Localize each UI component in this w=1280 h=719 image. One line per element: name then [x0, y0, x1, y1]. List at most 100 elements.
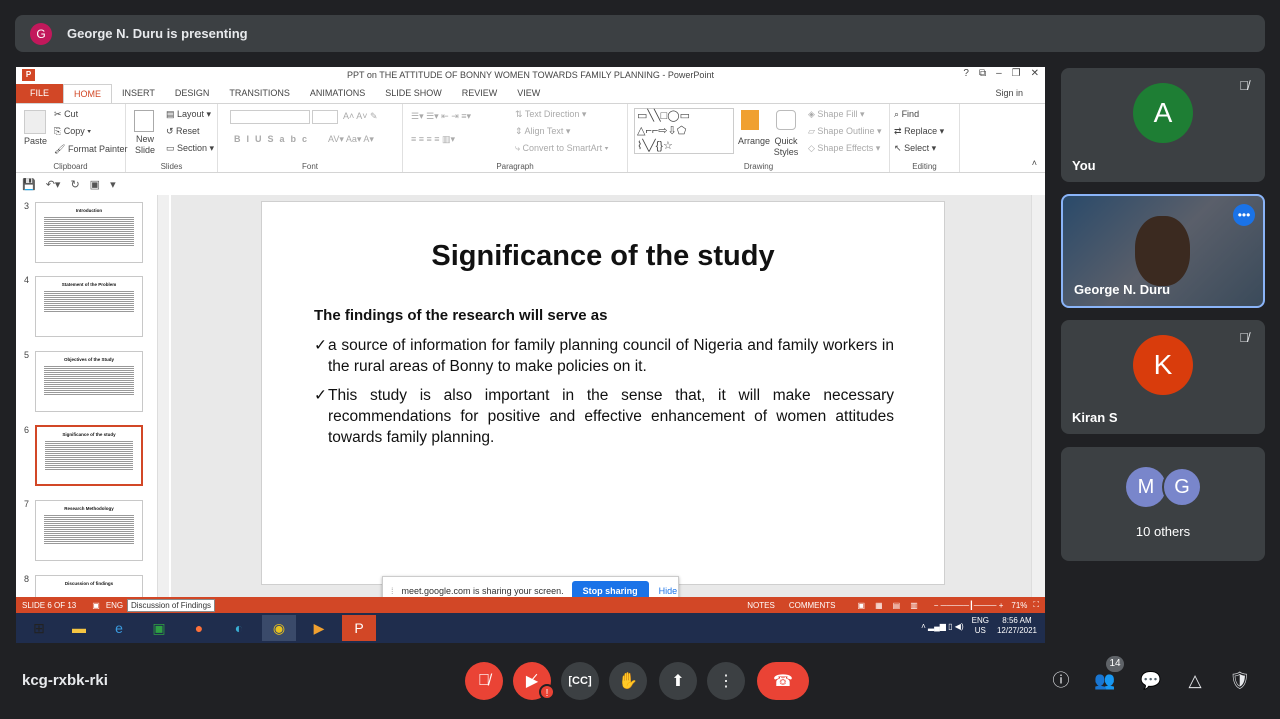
view-buttons[interactable]: ▣▦▤▥ — [858, 601, 928, 610]
redo-icon[interactable]: ↻ — [70, 178, 79, 191]
text-direction-button[interactable]: ⇅ Text Direction ▾ — [515, 109, 586, 120]
thumbnail-slide-3[interactable]: Introduction — [35, 202, 143, 263]
current-slide[interactable]: Significance of the study The findings o… — [261, 201, 945, 585]
smartart-button[interactable]: ⤷ Convert to SmartArt ▾ — [515, 143, 608, 154]
font-color-icon[interactable]: AV▾ Aa▾ A▾ — [328, 134, 374, 145]
chrome-icon[interactable]: ◉ — [262, 615, 296, 641]
chat-icon[interactable]: 💬 — [1140, 670, 1162, 692]
present-button[interactable]: ⬆ — [659, 662, 697, 700]
presentation-icon[interactable]: ▣ — [90, 178, 100, 191]
tab-file[interactable]: FILE — [16, 84, 64, 103]
slide-scrollbar[interactable] — [1031, 195, 1045, 597]
ribbon-display-icon[interactable]: ⧉ — [979, 68, 986, 79]
thumbnail-slide-5[interactable]: Objectives of the Study — [35, 351, 143, 412]
zoom-slider[interactable]: − ─────┃──── + — [934, 601, 1004, 610]
tab-home[interactable]: HOME — [63, 84, 113, 103]
restore-icon[interactable]: ❐ — [1012, 68, 1021, 79]
tray-time[interactable]: 8:56 AM — [1002, 616, 1031, 625]
participant-tile-you[interactable]: 🎙̸ A You — [1061, 68, 1265, 182]
media-player-icon[interactable]: ▶ — [302, 615, 336, 641]
info-icon[interactable]: ⓘ — [1050, 670, 1072, 692]
thumbnails-scrollbar[interactable] — [157, 195, 169, 597]
windows-start-icon[interactable]: ⊞ — [22, 615, 56, 641]
host-controls-icon[interactable]: 🛡 — [1229, 670, 1251, 692]
tray-region[interactable]: US — [975, 626, 986, 635]
more-options-icon[interactable]: ••• — [1233, 204, 1255, 226]
replace-button[interactable]: ⇄ Replace ▾ — [894, 126, 944, 137]
layout-button[interactable]: ▤ Layout ▾ — [166, 109, 211, 120]
font-style-buttons[interactable]: BIUSabc — [234, 134, 313, 144]
file-explorer-icon[interactable]: ▬ — [62, 615, 96, 641]
sign-in-link[interactable]: Sign in — [995, 88, 1023, 98]
tray-date[interactable]: 12/27/2021 — [997, 626, 1037, 635]
tab-transitions[interactable]: TRANSITIONS — [219, 84, 300, 103]
customize-icon[interactable]: ▾ — [110, 178, 116, 191]
thumbnail-slide-7[interactable]: Research Methodology — [35, 500, 143, 561]
select-button[interactable]: ↖ Select ▾ — [894, 143, 936, 154]
thumbnail-slide-4[interactable]: Statement of the Problem — [35, 276, 143, 337]
activities-icon[interactable]: △ — [1184, 670, 1206, 692]
tray-language[interactable]: ENG — [972, 616, 989, 625]
shapes-gallery[interactable]: ▭╲╲□◯▭ △⌐⌐⇨⇩⬠ ⌇╲╱{}☆ — [634, 108, 734, 154]
undo-icon[interactable]: ↶▾ — [46, 178, 61, 191]
shape-outline-button[interactable]: ▱ Shape Outline ▾ — [808, 126, 882, 137]
more-options-button[interactable]: ⋮ — [707, 662, 745, 700]
grow-font-icon[interactable]: A˄ A˅ ✎ — [343, 111, 378, 122]
tab-view[interactable]: VIEW — [507, 84, 550, 103]
help-icon[interactable]: ? — [963, 68, 969, 79]
minimize-icon[interactable]: – — [996, 68, 1002, 79]
quick-styles-button[interactable]: Quick Styles — [771, 136, 801, 158]
raise-hand-button[interactable]: ✋ — [609, 662, 647, 700]
microphone-toggle[interactable]: 🎙̸ — [465, 662, 503, 700]
shape-effects-button[interactable]: ◇ Shape Effects ▾ — [808, 143, 880, 154]
reset-button[interactable]: ↺ Reset — [166, 126, 200, 137]
align-text-button[interactable]: ⇕ Align Text ▾ — [515, 126, 570, 137]
powerpoint-taskbar-icon[interactable]: P — [342, 615, 376, 641]
collapse-ribbon-icon[interactable]: ˄ — [1032, 158, 1037, 168]
quick-styles-icon[interactable] — [776, 110, 796, 130]
tab-insert[interactable]: INSERT — [112, 84, 165, 103]
store-icon[interactable]: ▣ — [142, 615, 176, 641]
hide-button[interactable]: Hide — [659, 586, 678, 596]
zoom-level[interactable]: 71% — [1011, 601, 1027, 610]
new-slide-button[interactable]: New Slide — [130, 134, 160, 156]
tab-review[interactable]: REVIEW — [452, 84, 508, 103]
participant-tile-kiran[interactable]: 🎙̸ K Kiran S — [1061, 320, 1265, 434]
notes-button[interactable]: NOTES — [747, 601, 775, 610]
firefox-icon[interactable]: ● — [182, 615, 216, 641]
shape-fill-button[interactable]: ◈ Shape Fill ▾ — [808, 109, 864, 120]
new-slide-icon[interactable] — [134, 110, 154, 132]
language-status[interactable]: ENG — [106, 601, 123, 610]
copy-button[interactable]: ⎘ Copy ▾ — [54, 126, 91, 137]
find-button[interactable]: ⌕ Find — [894, 109, 919, 120]
leave-call-button[interactable]: ☎ — [757, 662, 809, 700]
paste-icon[interactable] — [24, 110, 46, 134]
save-icon[interactable]: 💾 — [22, 178, 36, 191]
arrange-button[interactable]: Arrange — [738, 136, 770, 146]
thumbnail-slide-8[interactable]: Discussion of findings — [35, 575, 143, 597]
format-painter-button[interactable]: 🖌 Format Painter — [54, 144, 127, 155]
tab-slideshow[interactable]: SLIDE SHOW — [375, 84, 452, 103]
comments-button[interactable]: COMMENTS — [789, 601, 836, 610]
section-button[interactable]: ▭ Section ▾ — [166, 143, 214, 154]
fit-slide-icon[interactable]: ⛶ — [1033, 600, 1039, 610]
font-name-field[interactable] — [230, 110, 310, 124]
arrange-icon[interactable] — [741, 110, 759, 130]
close-icon[interactable]: ✕ — [1031, 68, 1039, 79]
paste-button[interactable]: Paste — [24, 136, 47, 146]
tab-design[interactable]: DESIGN — [165, 84, 220, 103]
captions-button[interactable]: [CC] — [561, 662, 599, 700]
align-icons[interactable]: ≡ ≡ ≡ ≡ ▥▾ — [411, 134, 455, 145]
font-size-field[interactable] — [312, 110, 338, 124]
spelling-icon[interactable]: ▣ — [92, 601, 100, 610]
tray-icons[interactable]: ˄ ▂▄▆ ▯ ◀) — [921, 622, 964, 631]
tab-animations[interactable]: ANIMATIONS — [300, 84, 375, 103]
edge-icon[interactable]: ◐ — [222, 615, 256, 641]
people-icon[interactable]: 👥 — [1094, 670, 1116, 692]
participant-tile-george[interactable]: ••• George N. Duru — [1061, 194, 1265, 308]
participant-tile-others[interactable]: M G 10 others — [1061, 447, 1265, 561]
thumbnail-slide-6[interactable]: Significance of the study — [35, 425, 143, 486]
internet-explorer-icon[interactable]: e — [102, 615, 136, 641]
bullets-icon[interactable]: ☰▾ ☰▾ ⇤ ⇥ ≡▾ — [411, 111, 471, 122]
cut-button[interactable]: ✂ Cut — [54, 109, 78, 120]
